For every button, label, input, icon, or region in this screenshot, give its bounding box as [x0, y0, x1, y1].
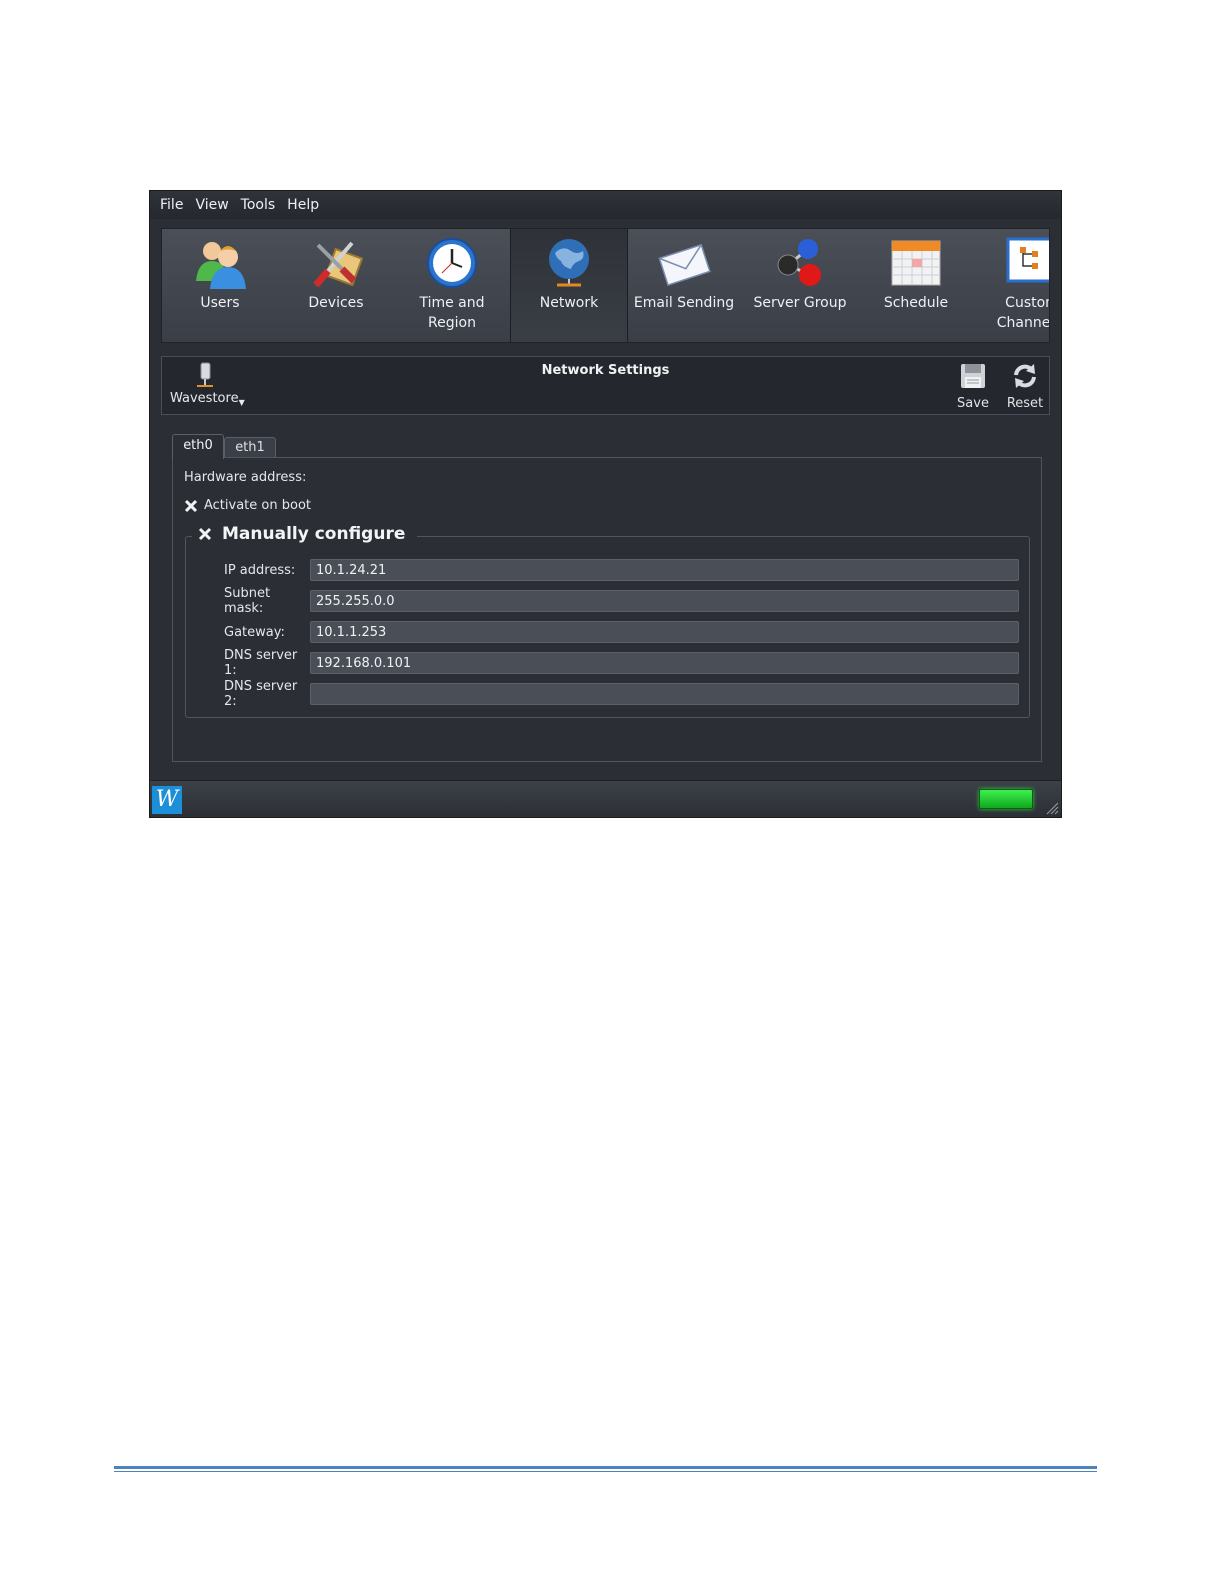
menu-file[interactable]: File — [154, 197, 189, 213]
ribbon-item-schedule[interactable]: Schedule — [858, 229, 974, 342]
save-label: Save — [957, 396, 989, 411]
activate-on-boot-checkbox[interactable]: Activate on boot — [184, 498, 311, 513]
interface-panel: Hardware address: Activate on boot Manua… — [172, 457, 1042, 762]
ribbon-item-server-group[interactable]: Server Group — [742, 229, 858, 342]
ribbon-label-server-group: Server Group — [753, 295, 847, 311]
ribbon-label-email-sending: Email Sending — [633, 295, 735, 311]
ribbon-label-time-region: Time and Region — [419, 295, 485, 331]
globe-icon — [541, 235, 597, 291]
ribbon-label-custom-channel: Custom Channel T — [996, 295, 1050, 331]
gateway-label: Gateway: — [224, 624, 285, 640]
dns-server-2-input[interactable] — [310, 683, 1019, 705]
menu-help[interactable]: Help — [281, 197, 325, 213]
dns-server-1-row: DNS server 1: — [224, 648, 1019, 678]
panel-title: Network Settings — [541, 363, 670, 378]
tab-eth0[interactable]: eth0 — [172, 434, 224, 459]
dns-server-1-input[interactable] — [310, 652, 1019, 674]
server-label: Wavestore — [170, 391, 239, 406]
clock-icon — [424, 235, 480, 291]
subnet-mask-label: Subnet mask: — [224, 586, 271, 616]
dropdown-arrow-icon: ▼ — [238, 398, 245, 407]
menu-tools[interactable]: Tools — [235, 197, 282, 213]
checked-x-icon — [198, 527, 212, 541]
menu-bar: File View Tools Help — [150, 191, 1061, 219]
ip-address-input[interactable] — [310, 559, 1019, 581]
gateway-row: Gateway: — [224, 621, 1019, 643]
calendar-icon — [888, 235, 944, 291]
ribbon-item-devices[interactable]: Devices — [278, 229, 394, 342]
save-button[interactable]: Save — [950, 361, 996, 411]
users-icon — [192, 235, 248, 291]
ribbon-label-users: Users — [200, 295, 240, 311]
dns-server-2-row: DNS server 2: — [224, 679, 1019, 709]
subnet-mask-input[interactable] — [310, 590, 1019, 612]
settings-ribbon: Users Devices Time and Region Network Em… — [161, 228, 1050, 343]
tab-eth1[interactable]: eth1 — [224, 437, 276, 458]
network-settings-toolbar: Wavestore▼ Network Settings Save Reset — [161, 356, 1050, 415]
footer-rule — [114, 1466, 1097, 1469]
devices-icon — [308, 235, 364, 291]
menu-view[interactable]: View — [189, 197, 234, 213]
resize-grip-icon[interactable] — [1045, 801, 1059, 815]
status-led-indicator — [979, 789, 1033, 809]
refresh-icon — [1014, 364, 1036, 388]
dns-server-2-label: DNS server 2: — [224, 679, 298, 709]
reset-button[interactable]: Reset — [1002, 361, 1048, 411]
ribbon-label-network: Network — [539, 295, 599, 311]
server-group-icon — [772, 235, 828, 291]
envelope-icon — [656, 235, 712, 291]
ribbon-item-users[interactable]: Users — [162, 229, 278, 342]
manual-config-checkbox[interactable]: Manually configure — [192, 524, 418, 544]
manual-config-label: Manually configure — [222, 524, 406, 544]
ribbon-label-schedule: Schedule — [883, 295, 949, 311]
ip-address-label: IP address: — [224, 562, 296, 578]
ip-address-row: IP address: — [224, 559, 1019, 581]
ribbon-item-email-sending[interactable]: Email Sending — [626, 229, 742, 342]
subnet-mask-row: Subnet mask: — [224, 586, 1019, 616]
ribbon-label-devices: Devices — [308, 295, 364, 311]
dns-server-1-label: DNS server 1: — [224, 648, 298, 678]
hardware-address-label: Hardware address: — [184, 470, 307, 485]
checked-x-icon — [184, 499, 198, 512]
manual-config-group: Manually configure IP address: Subnet ma… — [185, 524, 1030, 718]
reset-label: Reset — [1006, 396, 1044, 411]
floppy-disk-icon — [961, 364, 985, 388]
app-logo: W — [152, 786, 182, 814]
activate-on-boot-label: Activate on boot — [204, 498, 311, 513]
gateway-input[interactable] — [310, 621, 1019, 643]
footer-rule-thin — [114, 1471, 1097, 1472]
ribbon-item-custom-channel[interactable]: Custom Channel T — [974, 229, 1050, 342]
app-window: File View Tools Help Users Devices Time … — [149, 190, 1062, 818]
ribbon-item-network[interactable]: Network — [510, 229, 628, 342]
custom-channel-icon — [1004, 235, 1049, 291]
status-bar: W — [150, 780, 1061, 817]
ribbon-item-time-region[interactable]: Time and Region — [394, 229, 510, 342]
